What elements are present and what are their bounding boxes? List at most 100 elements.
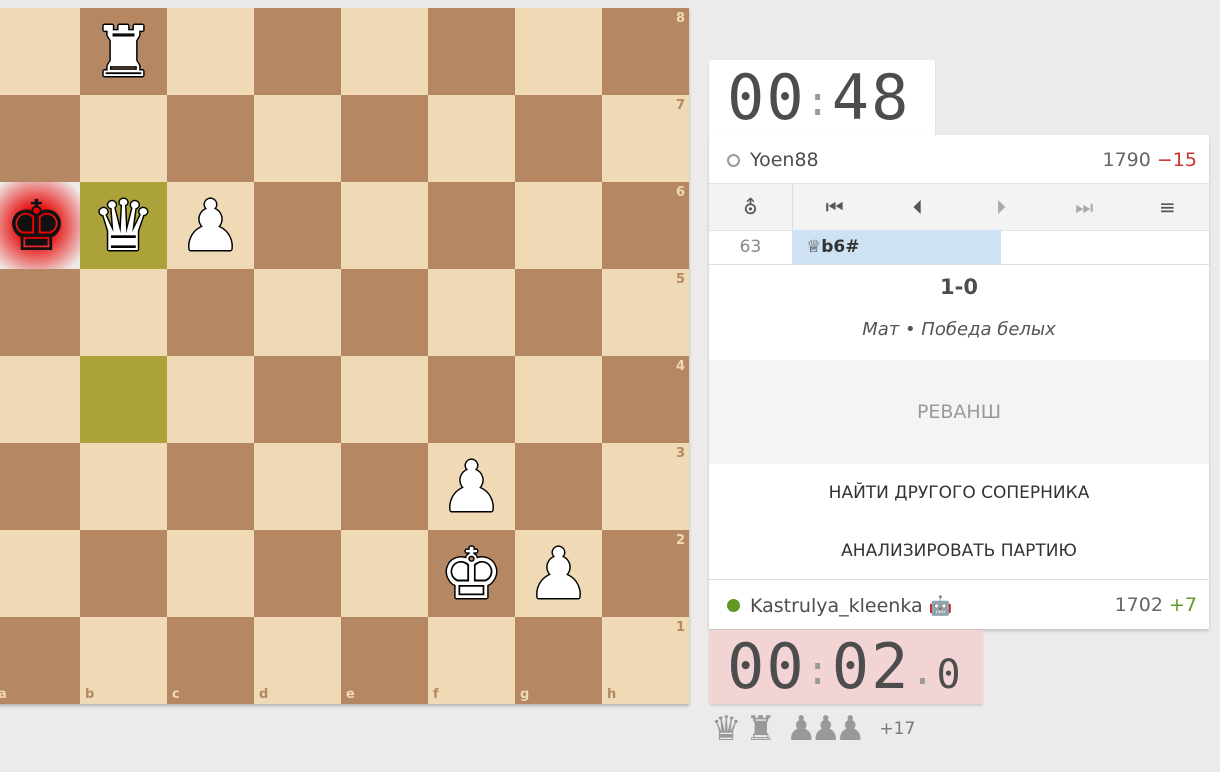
square-e8[interactable] [341, 8, 428, 95]
square-h8[interactable]: 8 [602, 8, 689, 95]
black-king-icon[interactable]: ♚ [5, 191, 68, 261]
square-g5[interactable] [515, 269, 602, 356]
white-king-icon[interactable]: ♚ [440, 539, 503, 609]
square-d3[interactable] [254, 443, 341, 530]
square-f5[interactable] [428, 269, 515, 356]
square-g2[interactable]: ♟ [515, 530, 602, 617]
square-h3[interactable]: 3 [602, 443, 689, 530]
square-b2[interactable] [80, 530, 167, 617]
square-c4[interactable] [167, 356, 254, 443]
last-move-icon[interactable]: ⏭ [1043, 195, 1126, 219]
white-pawn-icon[interactable]: ♟ [440, 452, 503, 522]
rank-label: 5 [675, 272, 685, 287]
square-d6[interactable] [254, 182, 341, 269]
square-h5[interactable]: 5 [602, 269, 689, 356]
square-a3[interactable] [0, 443, 80, 530]
square-c8[interactable] [167, 8, 254, 95]
square-b8[interactable]: ♜ [80, 8, 167, 95]
square-a8[interactable] [0, 8, 80, 95]
white-pawn-icon[interactable]: ♟ [179, 191, 242, 261]
clock-tenths: 0 [936, 652, 963, 698]
square-h6[interactable]: 6 [602, 182, 689, 269]
square-b7[interactable] [80, 95, 167, 182]
square-d8[interactable] [254, 8, 341, 95]
file-label: b [85, 687, 95, 702]
first-move-icon[interactable]: ⏮ [793, 195, 876, 219]
square-g1[interactable]: g [515, 617, 602, 704]
square-f8[interactable] [428, 8, 515, 95]
square-f7[interactable] [428, 95, 515, 182]
rank-label: 8 [675, 11, 685, 26]
clock-dot: . [910, 647, 937, 694]
white-pawn-icon[interactable]: ♟ [527, 539, 590, 609]
square-h7[interactable]: 7 [602, 95, 689, 182]
square-e2[interactable] [341, 530, 428, 617]
chess-board[interactable]: ♜ 8 7 ♚ ♛ ♟ 6 5 4 ♟ 3 ♚ ♟ 2 a b c d e f g 1 h [0, 8, 689, 704]
square-g8[interactable] [515, 8, 602, 95]
analysis-board-icon[interactable]: ⛢ [709, 184, 793, 230]
prev-move-icon[interactable]: ⏴ [876, 195, 959, 219]
move-index: 63 [739, 237, 762, 257]
square-g7[interactable] [515, 95, 602, 182]
square-d1[interactable]: d [254, 617, 341, 704]
square-b6[interactable]: ♛ [80, 182, 167, 269]
game-panel: Yoen88 1790 −15 ⛢ ⏮ ⏴ ⏵ ⏭ ≡ 63 ♕b6# 1-0 … [709, 135, 1209, 629]
square-f3[interactable]: ♟ [428, 443, 515, 530]
square-e7[interactable] [341, 95, 428, 182]
analyse-game-button[interactable]: АНАЛИЗИРОВАТЬ ПАРТИЮ [709, 541, 1209, 561]
move-entry[interactable]: ♕b6# [792, 230, 1001, 264]
square-c2[interactable] [167, 530, 254, 617]
next-move-icon[interactable]: ⏵ [959, 195, 1042, 219]
clock-minutes: 00 [727, 61, 806, 134]
square-b4[interactable] [80, 356, 167, 443]
square-b3[interactable] [80, 443, 167, 530]
top-player-name[interactable]: Yoen88 [750, 149, 1102, 171]
menu-icon[interactable]: ≡ [1126, 195, 1209, 219]
square-f6[interactable] [428, 182, 515, 269]
square-e5[interactable] [341, 269, 428, 356]
square-a1[interactable]: a [0, 617, 80, 704]
white-queen-icon[interactable]: ♛ [92, 191, 155, 261]
square-f2[interactable]: ♚ [428, 530, 515, 617]
square-h1[interactable]: 1h [602, 617, 689, 704]
file-label: g [520, 687, 530, 702]
square-e3[interactable] [341, 443, 428, 530]
square-h4[interactable]: 4 [602, 356, 689, 443]
square-e6[interactable] [341, 182, 428, 269]
square-e4[interactable] [341, 356, 428, 443]
square-a6[interactable]: ♚ [0, 182, 80, 269]
square-c7[interactable] [167, 95, 254, 182]
top-player-rating: 1790 [1102, 149, 1151, 171]
move-controls: ⛢ ⏮ ⏴ ⏵ ⏭ ≡ [709, 183, 1209, 231]
bottom-player-name[interactable]: Kastrulya_kleenka 🤖 [750, 594, 1115, 617]
square-a2[interactable] [0, 530, 80, 617]
square-c1[interactable]: c [167, 617, 254, 704]
square-d2[interactable] [254, 530, 341, 617]
square-a5[interactable] [0, 269, 80, 356]
square-b5[interactable] [80, 269, 167, 356]
rank-label: 4 [675, 359, 685, 374]
square-g6[interactable] [515, 182, 602, 269]
rank-label: 1 [675, 620, 685, 635]
square-a4[interactable] [0, 356, 80, 443]
bottom-player-rating: 1702 [1114, 594, 1163, 616]
new-opponent-button[interactable]: НАЙТИ ДРУГОГО СОПЕРНИКА [709, 483, 1209, 503]
move-list: 63 ♕b6# [709, 230, 1209, 265]
square-e1[interactable]: e [341, 617, 428, 704]
player-clock: 00:02.0 [709, 630, 983, 704]
square-f4[interactable] [428, 356, 515, 443]
square-a7[interactable] [0, 95, 80, 182]
square-c6[interactable]: ♟ [167, 182, 254, 269]
square-b1[interactable]: b [80, 617, 167, 704]
square-c5[interactable] [167, 269, 254, 356]
square-h2[interactable]: 2 [602, 530, 689, 617]
square-c3[interactable] [167, 443, 254, 530]
square-g4[interactable] [515, 356, 602, 443]
square-d4[interactable] [254, 356, 341, 443]
square-f1[interactable]: f [428, 617, 515, 704]
square-g3[interactable] [515, 443, 602, 530]
white-rook-icon[interactable]: ♜ [92, 17, 155, 87]
rematch-button[interactable]: РЕВАНШ [709, 360, 1209, 464]
square-d7[interactable] [254, 95, 341, 182]
square-d5[interactable] [254, 269, 341, 356]
